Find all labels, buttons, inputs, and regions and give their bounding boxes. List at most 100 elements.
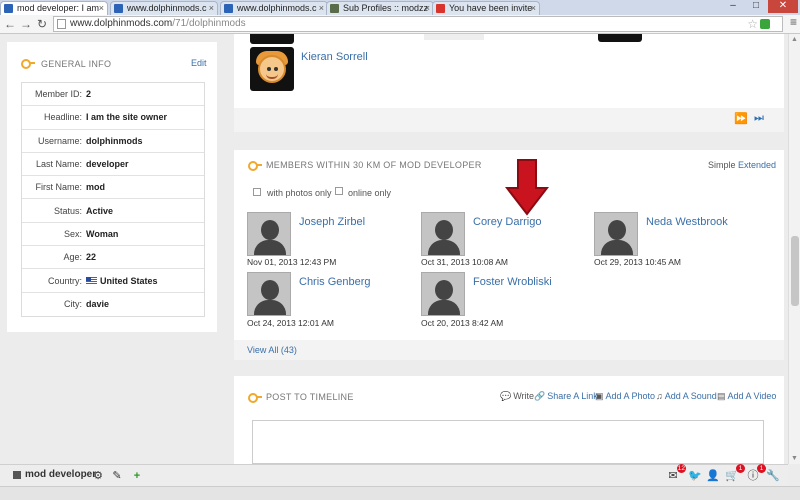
- browser-tab-1[interactable]: mod developer: I am ×: [0, 1, 108, 15]
- browser-tab-4[interactable]: Sub Profiles :: modzz ×: [326, 1, 434, 15]
- add-icon[interactable]: +: [130, 469, 144, 483]
- info-row: Country: United States: [22, 269, 204, 293]
- scroll-down-icon[interactable]: ▼: [791, 455, 798, 462]
- tab-close-icon[interactable]: ×: [531, 2, 536, 15]
- wrench-icon[interactable]: 🔧: [766, 469, 780, 483]
- info-icon[interactable]: ⓘ 1: [746, 464, 766, 483]
- extended-view-link[interactable]: Extended: [738, 160, 776, 170]
- member-avatar[interactable]: [247, 272, 291, 316]
- info-row: Headline: I am the site owner: [22, 106, 204, 130]
- film-icon: ▤: [717, 391, 726, 401]
- online-only-label: online only: [348, 188, 392, 198]
- share-link-action[interactable]: 🔗 Share A Link: [534, 391, 598, 402]
- photos-only-checkbox[interactable]: [253, 188, 261, 196]
- friend-avatar-partial[interactable]: [250, 34, 294, 44]
- reload-icon[interactable]: ↻: [35, 17, 49, 31]
- extension-icon[interactable]: [760, 19, 770, 29]
- timeline-text-input[interactable]: [252, 420, 764, 464]
- user-thumb-icon[interactable]: [13, 471, 21, 479]
- info-row: First Name: mod: [22, 176, 204, 200]
- minimize-icon[interactable]: –: [722, 0, 744, 13]
- key-icon: [248, 160, 262, 171]
- write-action[interactable]: 💬 Write: [500, 391, 534, 402]
- profile-icon[interactable]: 👤: [706, 469, 720, 483]
- address-bar[interactable]: www.dolphinmods.com/71/dolphinmods ☆: [53, 16, 783, 32]
- site-favicon-icon: [224, 4, 233, 13]
- scroll-up-icon[interactable]: ▲: [791, 36, 798, 43]
- member-avatar[interactable]: [594, 212, 638, 256]
- post-timeline-title: POST TO TIMELINE: [266, 392, 354, 402]
- twitter-icon[interactable]: 🐦: [688, 469, 702, 483]
- edit-icon[interactable]: ✎: [110, 469, 124, 483]
- friend-avatar-partial[interactable]: [598, 34, 642, 42]
- online-only-checkbox[interactable]: [335, 187, 343, 195]
- tab-close-icon[interactable]: ×: [209, 2, 214, 15]
- scroll-thumb[interactable]: [791, 236, 799, 306]
- page-icon: [57, 19, 66, 29]
- window-close-icon[interactable]: ✕: [768, 0, 798, 13]
- members-nearby-title: MEMBERS WITHIN 30 KM OF MOD DEVELOPER: [266, 160, 482, 170]
- browser-menu-icon[interactable]: ≡: [790, 15, 797, 29]
- friend-name[interactable]: Kieran Sorrell: [301, 51, 368, 63]
- browser-tab-3[interactable]: www.dolphinmods.c ×: [220, 1, 328, 15]
- site-favicon-icon: [330, 4, 339, 13]
- member-date: Oct 24, 2013 12:01 AM: [247, 318, 334, 328]
- member-name[interactable]: Neda Westbrook: [646, 216, 728, 228]
- add-video-action[interactable]: ▤ Add A Video: [717, 391, 776, 402]
- info-badge: 1: [757, 464, 766, 473]
- member-name[interactable]: Joseph Zirbel: [299, 216, 365, 228]
- member-date: Nov 01, 2013 12:43 PM: [247, 257, 337, 267]
- friend-placeholder: [424, 34, 484, 40]
- music-icon: ♫: [656, 391, 663, 401]
- friend-avatar[interactable]: [250, 47, 294, 91]
- site-favicon-icon: [4, 4, 13, 13]
- us-flag-icon: [86, 276, 97, 285]
- members-footer: View All (43): [234, 340, 784, 360]
- info-row: City: davie: [64, 299, 110, 310]
- mail-badge: 12: [676, 464, 686, 473]
- mail-icon[interactable]: ✉ 12: [666, 464, 686, 483]
- tab-close-icon[interactable]: ×: [99, 2, 104, 15]
- member-name[interactable]: Chris Genberg: [299, 276, 371, 288]
- maximize-icon[interactable]: □: [745, 0, 767, 13]
- page-scrollbar[interactable]: ▲ ▼: [788, 34, 800, 464]
- general-info-panel: GENERAL INFO Edit Member ID: 2 Headline: I…: [7, 42, 217, 332]
- tab-close-icon[interactable]: ×: [425, 2, 430, 15]
- browser-tab-2[interactable]: www.dolphinmods.c ×: [110, 1, 218, 15]
- tab-close-icon[interactable]: ×: [319, 2, 324, 15]
- info-row: Age: 22: [22, 246, 204, 270]
- browser-tab-5[interactable]: You have been invite ×: [432, 1, 540, 15]
- member-name[interactable]: Corey Darrigo: [473, 216, 541, 228]
- info-row: Member ID: 2: [22, 83, 204, 107]
- member-date: Oct 29, 2013 10:45 AM: [594, 257, 681, 267]
- bookmark-star-icon[interactable]: ☆: [747, 17, 758, 31]
- last-page-icon[interactable]: ⏭: [754, 112, 764, 125]
- member-date: Oct 31, 2013 10:08 AM: [421, 257, 508, 267]
- info-row: Status: Active: [22, 199, 204, 223]
- member-name[interactable]: Foster Wrobliski: [473, 276, 552, 288]
- site-favicon-icon: [114, 4, 123, 13]
- window-status-bar: [0, 486, 800, 500]
- next-page-icon[interactable]: ⏩: [734, 112, 748, 125]
- browser-tabstrip: mod developer: I am × www.dolphinmods.c × …: [0, 0, 800, 15]
- friends-pager: ⏩ ⏭: [234, 108, 784, 132]
- add-photo-action[interactable]: ▣ Add A Photo: [595, 391, 655, 402]
- edit-link[interactable]: Edit: [191, 58, 207, 68]
- cart-icon[interactable]: 🛒 1: [725, 464, 745, 483]
- view-all-link[interactable]: View All (43): [247, 345, 297, 355]
- gmail-favicon-icon: [436, 4, 445, 13]
- forward-icon[interactable]: →: [19, 17, 33, 31]
- info-row: Last Name: developer: [22, 153, 204, 177]
- add-sound-action[interactable]: ♫ Add A Sound: [656, 391, 717, 401]
- member-avatar[interactable]: [247, 212, 291, 256]
- member-date: Oct 20, 2013 8:42 AM: [421, 318, 504, 328]
- member-toolbar: mod developer ⚙ ✎ + ✉ 12 🐦 👤 🛒 1 ⓘ 1 🔧: [0, 464, 788, 486]
- settings-gear-icon[interactable]: ⚙: [91, 469, 105, 483]
- simple-view-link[interactable]: Simple: [708, 160, 736, 170]
- member-avatar[interactable]: [421, 272, 465, 316]
- member-username[interactable]: mod developer: [25, 469, 96, 480]
- member-avatar[interactable]: [421, 212, 465, 256]
- back-icon[interactable]: ←: [3, 17, 17, 31]
- cart-badge: 1: [736, 464, 745, 473]
- info-table: Member ID: 2 Headline: I am the site owner…: [21, 82, 205, 317]
